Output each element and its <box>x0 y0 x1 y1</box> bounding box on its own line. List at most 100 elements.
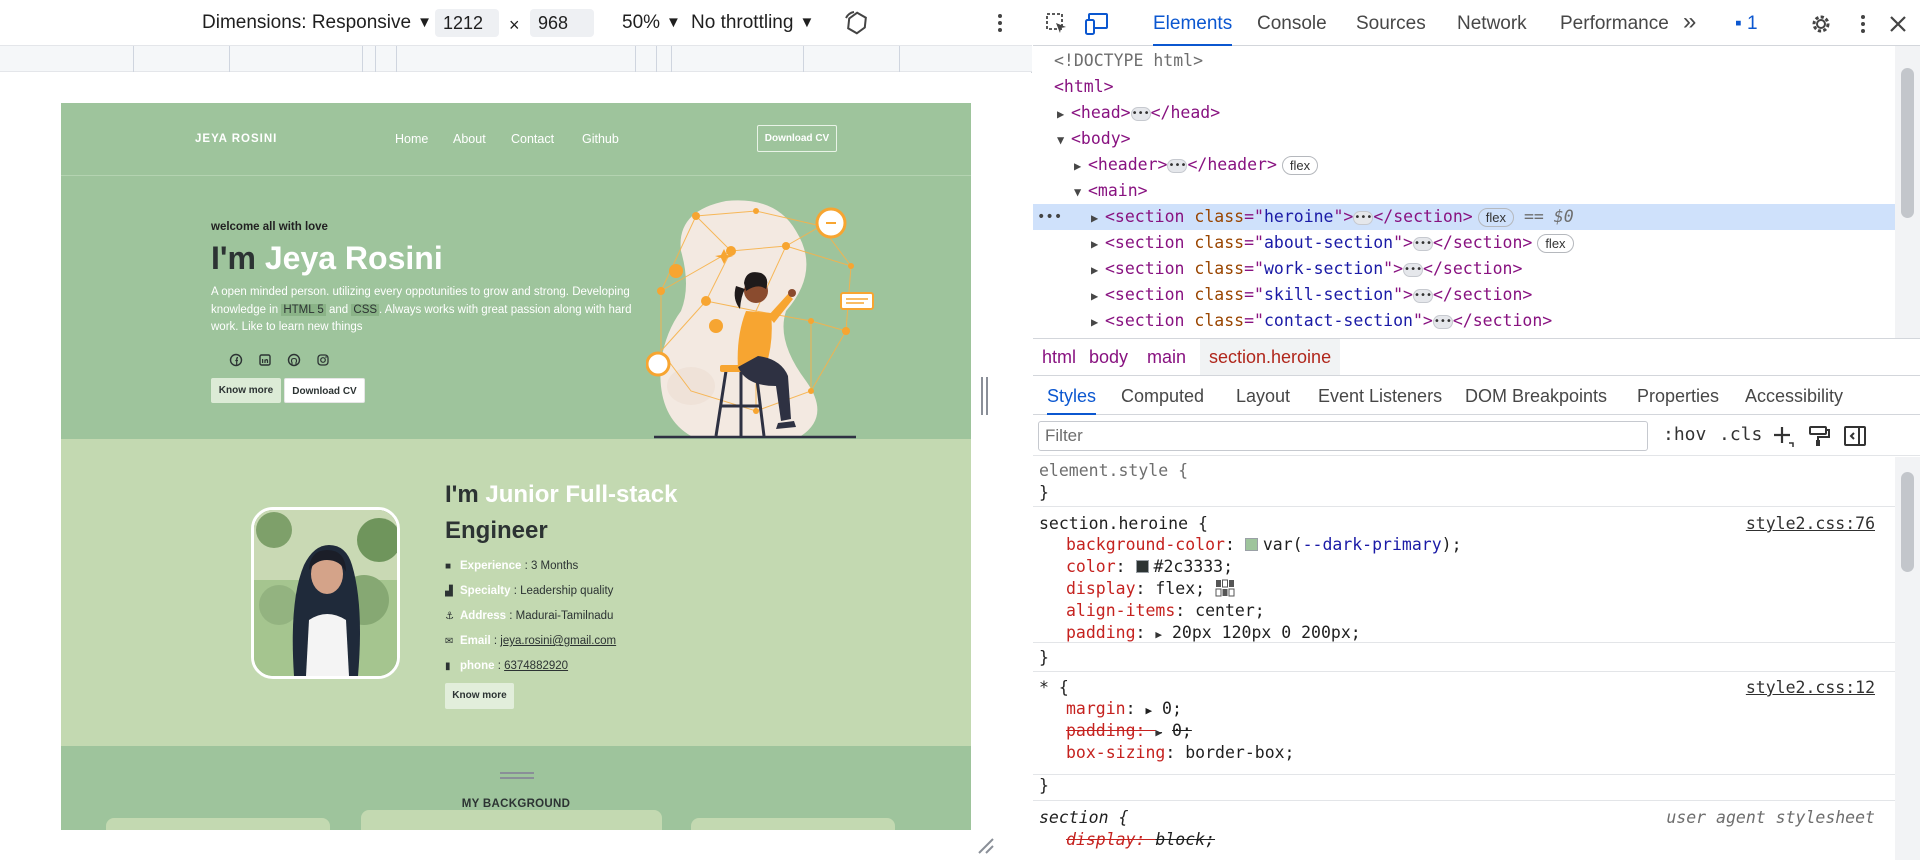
resize-corner-icon[interactable] <box>976 836 994 854</box>
tab-layout[interactable]: Layout <box>1236 377 1290 415</box>
expand-arrow-icon[interactable]: ▶ <box>1057 101 1071 127</box>
hover-state-button[interactable]: :hov <box>1663 424 1706 445</box>
color-swatch[interactable] <box>1244 538 1258 551</box>
expand-shorthand-icon[interactable]: ▶ <box>1155 726 1162 739</box>
decl-padding-overridden[interactable]: padding: ▶ 0; <box>1066 720 1192 742</box>
device-toolbar-toggle-icon[interactable] <box>1084 12 1108 36</box>
tab-elements[interactable]: Elements <box>1153 0 1233 46</box>
color-swatch[interactable] <box>1135 560 1149 573</box>
elements-scrollbar[interactable] <box>1895 46 1920 338</box>
header-download-cv-button[interactable]: Download CV <box>757 125 837 152</box>
nav-home-link[interactable]: Home <box>395 132 428 146</box>
width-input[interactable]: 1212 <box>435 9 499 37</box>
breadcrumb-main[interactable]: main <box>1138 339 1195 375</box>
tab-event-listeners[interactable]: Event Listeners <box>1318 377 1442 415</box>
tab-network[interactable]: Network <box>1457 0 1527 46</box>
dom-head[interactable]: ▶ <head>•••</head> <box>1033 100 1895 126</box>
email-link[interactable]: jeya.rosini@gmail.com <box>500 635 616 647</box>
tab-dom-breakpoints[interactable]: DOM Breakpoints <box>1465 377 1607 415</box>
instagram-icon[interactable] <box>315 352 331 368</box>
dom-section-contact[interactable]: ▶ <section class="contact-section">•••</s… <box>1033 308 1895 334</box>
decl-padding[interactable]: padding: ▶ 20px 120px 0 200px; <box>1066 622 1361 644</box>
expand-arrow-icon[interactable]: ▶ <box>1091 309 1105 335</box>
dom-section-skill[interactable]: ▶ <section class="skill-section">•••</sec… <box>1033 282 1895 308</box>
issues-counter[interactable]: ▪ 1 <box>1735 0 1758 46</box>
styles-filter-input[interactable]: Filter <box>1038 421 1648 451</box>
customize-menu-icon[interactable] <box>1851 12 1875 36</box>
decl-color[interactable]: color: #2c3333; <box>1066 556 1233 578</box>
about-know-more-button[interactable]: Know more <box>445 683 514 709</box>
tab-console[interactable]: Console <box>1257 0 1327 46</box>
expand-shorthand-icon[interactable]: ▶ <box>1155 628 1162 641</box>
resize-handle-right[interactable] <box>981 377 989 415</box>
rule-source-link[interactable]: style2.css:12 <box>1746 677 1875 699</box>
tab-computed[interactable]: Computed <box>1121 377 1204 415</box>
scrollbar-thumb[interactable] <box>1901 472 1914 572</box>
facebook-icon[interactable] <box>228 352 244 368</box>
collapse-arrow-icon[interactable]: ▼ <box>1074 179 1088 205</box>
dom-header[interactable]: ▶ <header>•••</header> flex <box>1033 152 1895 178</box>
site-logo[interactable]: JEYA ROSINI <box>195 133 277 145</box>
dom-body[interactable]: ▼ <body> <box>1033 126 1895 152</box>
breadcrumb-html[interactable]: html <box>1033 339 1085 375</box>
inspect-element-icon[interactable] <box>1045 12 1069 36</box>
collapsed-ellipsis[interactable]: ••• <box>1167 158 1188 173</box>
more-options-icon[interactable] <box>988 11 1012 35</box>
tab-performance[interactable]: Performance <box>1560 0 1669 46</box>
height-input[interactable]: 968 <box>530 9 594 37</box>
expand-arrow-icon[interactable]: ▶ <box>1091 257 1105 283</box>
breadcrumb-section-heroine[interactable]: section.heroine <box>1200 339 1341 375</box>
rule-source-link[interactable]: style2.css:76 <box>1746 513 1875 535</box>
media-query-ruler[interactable] <box>0 46 1032 72</box>
flex-badge[interactable]: flex <box>1281 156 1319 175</box>
dom-doctype[interactable]: <!DOCTYPE html> <box>1033 48 1895 74</box>
flex-badge[interactable]: flex <box>1537 234 1574 253</box>
decl-display[interactable]: display: flex; <box>1066 578 1235 600</box>
hero-download-cv-button[interactable]: Download CV <box>284 378 365 403</box>
new-style-rule-icon[interactable] <box>1771 424 1795 448</box>
settings-gear-icon[interactable] <box>1809 12 1833 36</box>
linkedin-icon[interactable] <box>257 352 273 368</box>
decl-display-overridden[interactable]: display: block; <box>1066 829 1215 851</box>
css-rule-section-ua[interactable]: section { user agent stylesheet display:… <box>1033 800 1895 860</box>
decl-margin[interactable]: margin: ▶ 0; <box>1066 698 1182 720</box>
collapsed-ellipsis[interactable]: ••• <box>1130 106 1151 121</box>
tab-accessibility[interactable]: Accessibility <box>1745 377 1843 415</box>
dom-html[interactable]: <html> <box>1033 74 1895 100</box>
toggle-sidebar-icon[interactable] <box>1843 424 1867 448</box>
throttling-dropdown[interactable]: No throttling ▼ <box>691 10 814 36</box>
dimensions-dropdown[interactable]: Dimensions: Responsive ▼ <box>202 10 432 36</box>
element-style-rule[interactable]: element.style { } <box>1033 457 1895 507</box>
nav-about-link[interactable]: About <box>453 132 486 146</box>
rotate-icon[interactable] <box>844 10 868 35</box>
more-tabs-icon[interactable]: » <box>1683 0 1696 46</box>
tab-properties[interactable]: Properties <box>1637 377 1719 415</box>
collapsed-ellipsis[interactable]: ••• <box>1432 314 1453 329</box>
collapse-arrow-icon[interactable]: ▼ <box>1057 127 1071 153</box>
scrollbar-thumb[interactable] <box>1901 68 1914 218</box>
dom-main[interactable]: ▼ <main> <box>1033 178 1895 204</box>
tab-sources[interactable]: Sources <box>1356 0 1426 46</box>
flex-badge[interactable]: flex <box>1477 208 1514 227</box>
collapsed-ellipsis[interactable]: ••• <box>1412 288 1433 303</box>
expand-arrow-icon[interactable]: ▶ <box>1091 205 1105 231</box>
expand-arrow-icon[interactable]: ▶ <box>1091 283 1105 309</box>
expand-arrow-icon[interactable]: ▶ <box>1091 231 1105 257</box>
phone-link[interactable]: 6374882920 <box>504 660 568 672</box>
dom-section-work[interactable]: ▶ <section class="work-section">•••</sect… <box>1033 256 1895 282</box>
breadcrumb-body[interactable]: body <box>1080 339 1137 375</box>
collapsed-ellipsis[interactable]: ••• <box>1403 262 1424 277</box>
css-variable[interactable]: --dark-primary <box>1303 535 1442 554</box>
decl-align-items[interactable]: align-items: center; <box>1066 600 1265 622</box>
close-devtools-icon[interactable] <box>1886 12 1910 36</box>
resize-handle-bottom[interactable] <box>500 772 534 780</box>
collapsed-ellipsis[interactable]: ••• <box>1353 210 1374 225</box>
nav-contact-link[interactable]: Contact <box>511 132 554 146</box>
styles-scrollbar[interactable] <box>1895 457 1920 860</box>
collapsed-ellipsis[interactable]: ••• <box>1412 236 1433 251</box>
expand-shorthand-icon[interactable]: ▶ <box>1145 704 1152 717</box>
zoom-dropdown[interactable]: 50% ▼ <box>622 10 681 36</box>
github-icon[interactable] <box>286 352 302 368</box>
dom-section-about[interactable]: ▶ <section class="about-section">•••</sec… <box>1033 230 1895 256</box>
css-rule-section-heroine[interactable]: section.heroine { style2.css:76 backgrou… <box>1033 507 1895 643</box>
